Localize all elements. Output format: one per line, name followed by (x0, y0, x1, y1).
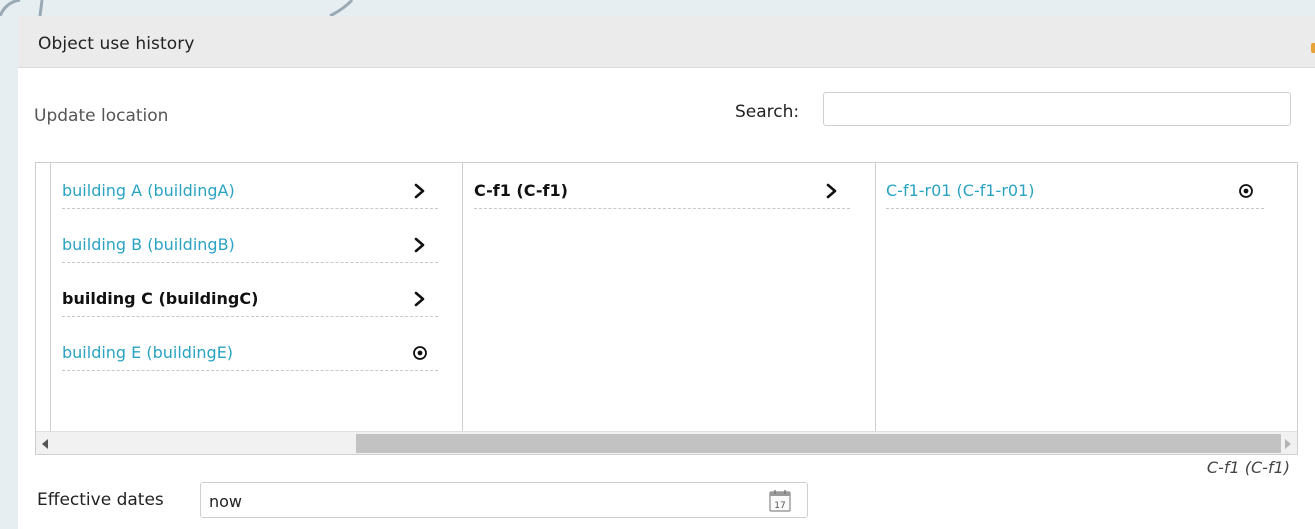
calendar-icon[interactable]: 17 (767, 488, 793, 514)
scrollbar-thumb[interactable] (356, 434, 1281, 453)
location-item[interactable]: building A (buildingA) (62, 173, 438, 209)
radio-target-icon[interactable] (412, 345, 428, 361)
current-location-path: C-f1 (C-f1) (1206, 458, 1290, 477)
panel-header: Object use history (18, 16, 1315, 68)
scroll-right-arrow-icon[interactable] (1279, 432, 1297, 454)
location-item-label[interactable]: C-f1-r01 (C-f1-r01) (886, 181, 1035, 200)
location-column-buildings: building A (buildingA) building B (buildi… (51, 163, 463, 431)
top-decoration (0, 0, 1315, 16)
location-item-label[interactable]: C-f1 (C-f1) (474, 181, 568, 200)
location-item-label[interactable]: building A (buildingA) (62, 181, 235, 200)
chevron-right-icon[interactable] (412, 183, 428, 199)
location-item[interactable]: building B (buildingB) (62, 227, 438, 263)
chevron-right-icon[interactable] (412, 291, 428, 307)
search-input[interactable] (823, 92, 1291, 126)
scroll-left-arrow-icon[interactable] (36, 432, 54, 454)
location-item[interactable]: C-f1-r01 (C-f1-r01) (886, 173, 1264, 209)
location-column-browser: building A (buildingA) building B (buildi… (35, 162, 1298, 455)
search-label: Search: (735, 102, 800, 122)
update-location-label: Update location (34, 106, 169, 126)
chevron-right-icon[interactable] (824, 183, 840, 199)
location-item-label[interactable]: building C (buildingC) (62, 289, 258, 308)
location-item-label[interactable]: building E (buildingE) (62, 343, 233, 362)
object-use-history-panel: Object use history Update location Searc… (18, 16, 1315, 529)
location-item[interactable]: building C (buildingC) (62, 281, 438, 317)
chevron-right-icon[interactable] (412, 237, 428, 253)
header-accent-mark (1311, 43, 1315, 53)
svg-text:17: 17 (774, 501, 785, 511)
browser-gutter (36, 163, 51, 431)
horizontal-scrollbar[interactable] (36, 431, 1297, 454)
location-item-label[interactable]: building B (buildingB) (62, 235, 235, 254)
effective-dates-value[interactable]: now (209, 492, 242, 511)
location-column-floors: C-f1 (C-f1) (463, 163, 876, 431)
panel-title: Object use history (38, 34, 195, 54)
location-column-rooms: C-f1-r01 (C-f1-r01) (876, 163, 1297, 431)
effective-dates-label: Effective dates (37, 490, 164, 510)
location-item[interactable]: C-f1 (C-f1) (474, 173, 850, 209)
location-item[interactable]: building E (buildingE) (62, 335, 438, 371)
radio-target-icon[interactable] (1238, 183, 1254, 199)
effective-dates-field[interactable]: now 17 (200, 482, 808, 518)
